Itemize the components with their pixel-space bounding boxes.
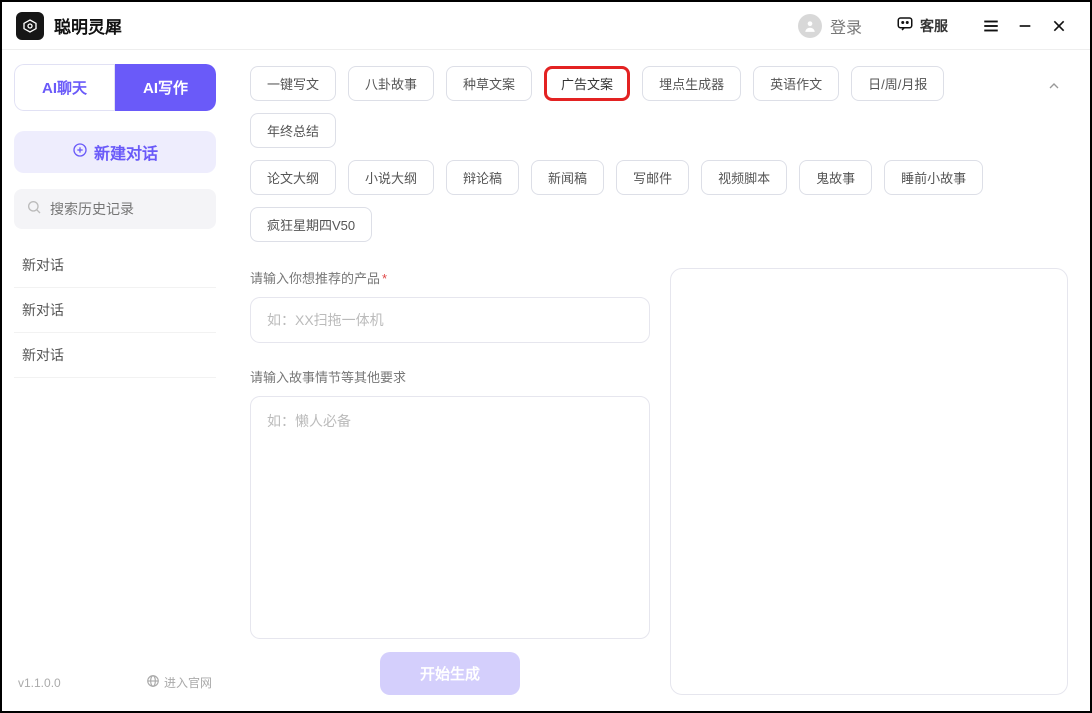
history-item[interactable]: 新对话 xyxy=(14,288,216,333)
template-tag[interactable]: 鬼故事 xyxy=(799,160,872,195)
template-tag[interactable]: 英语作文 xyxy=(753,66,839,101)
login-label: 登录 xyxy=(830,14,862,38)
search-box[interactable] xyxy=(14,189,216,229)
sidebar-footer: v1.1.0.0 进入官网 xyxy=(14,668,216,697)
globe-icon xyxy=(146,674,160,691)
template-tag[interactable]: 论文大纲 xyxy=(250,160,336,195)
customer-service-button[interactable]: 客服 xyxy=(886,11,958,40)
extra-label: 请输入故事情节等其他要求 xyxy=(250,367,650,386)
titlebar: 聪明灵犀 登录 客服 xyxy=(2,2,1090,50)
avatar-icon xyxy=(798,14,822,38)
template-tag[interactable]: 视频脚本 xyxy=(701,160,787,195)
main-panel: 一键写文八卦故事种草文案广告文案埋点生成器英语作文日/周/月报年终总结 论文大纲… xyxy=(228,50,1090,711)
template-tag[interactable]: 日/周/月报 xyxy=(851,66,944,101)
mode-tabs: AI聊天 AI写作 xyxy=(14,64,216,111)
minimize-button[interactable] xyxy=(1008,9,1042,43)
sidebar: AI聊天 AI写作 新建对话 新对话 新对话 新对话 v1.1.0.0 xyxy=(2,50,228,711)
customer-service-label: 客服 xyxy=(920,16,948,36)
template-tag[interactable]: 八卦故事 xyxy=(348,66,434,101)
collapse-tags-button[interactable] xyxy=(1040,72,1068,100)
tab-ai-chat[interactable]: AI聊天 xyxy=(14,64,115,111)
new-chat-label: 新建对话 xyxy=(94,140,158,164)
product-label: 请输入你想推荐的产品* xyxy=(250,268,650,287)
history-item[interactable]: 新对话 xyxy=(14,333,216,378)
template-tag[interactable]: 一键写文 xyxy=(250,66,336,101)
template-tag[interactable]: 睡前小故事 xyxy=(884,160,983,195)
version-label: v1.1.0.0 xyxy=(18,676,61,690)
extra-textarea[interactable] xyxy=(250,396,650,639)
template-tag[interactable]: 写邮件 xyxy=(616,160,689,195)
template-tags: 一键写文八卦故事种草文案广告文案埋点生成器英语作文日/周/月报年终总结 论文大纲… xyxy=(250,66,1068,242)
search-icon xyxy=(26,199,42,220)
enter-site-link[interactable]: 进入官网 xyxy=(146,674,212,691)
history-list: 新对话 新对话 新对话 xyxy=(14,243,216,378)
template-tag[interactable]: 年终总结 xyxy=(250,113,336,148)
template-tag[interactable]: 疯狂星期四V50 xyxy=(250,207,372,242)
enter-site-label: 进入官网 xyxy=(164,674,212,691)
plus-icon xyxy=(72,142,88,163)
product-input[interactable] xyxy=(250,297,650,343)
generate-button[interactable]: 开始生成 xyxy=(380,652,520,695)
app-title: 聪明灵犀 xyxy=(54,13,122,38)
output-box xyxy=(670,268,1068,695)
close-button[interactable] xyxy=(1042,9,1076,43)
form-area: 请输入你想推荐的产品* 请输入故事情节等其他要求 开始生成 xyxy=(250,268,1068,695)
template-tag[interactable]: 辩论稿 xyxy=(446,160,519,195)
template-tag[interactable]: 埋点生成器 xyxy=(642,66,741,101)
menu-button[interactable] xyxy=(974,9,1008,43)
new-chat-button[interactable]: 新建对话 xyxy=(14,131,216,173)
template-tag[interactable]: 种草文案 xyxy=(446,66,532,101)
chat-bubble-icon xyxy=(896,15,914,36)
search-input[interactable] xyxy=(50,201,231,217)
required-star-icon: * xyxy=(382,271,387,286)
tab-ai-write[interactable]: AI写作 xyxy=(115,64,216,111)
template-tag[interactable]: 小说大纲 xyxy=(348,160,434,195)
template-tag[interactable]: 广告文案 xyxy=(544,66,630,101)
app-logo-icon xyxy=(16,12,44,40)
login-button[interactable]: 登录 xyxy=(798,14,862,38)
template-tag[interactable]: 新闻稿 xyxy=(531,160,604,195)
history-item[interactable]: 新对话 xyxy=(14,243,216,288)
